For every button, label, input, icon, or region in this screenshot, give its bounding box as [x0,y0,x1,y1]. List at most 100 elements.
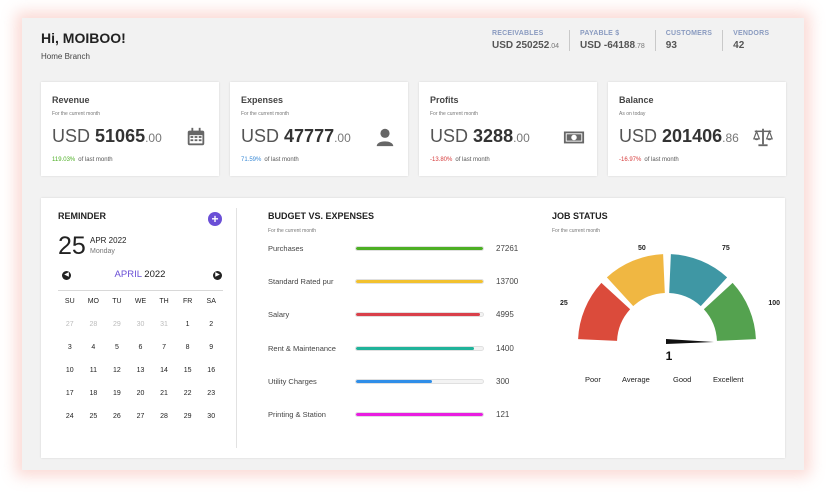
next-month-button[interactable]: ▶ [213,271,222,280]
calendar-day[interactable]: 7 [152,342,176,354]
calendar-day[interactable]: 13 [129,365,153,377]
budget-row: Purchases 27261 [268,242,538,256]
job-status-title: JOB STATUS [552,211,608,221]
budget-row-value: 1400 [496,343,514,353]
card-title: Profits [430,95,459,105]
budget-row-name: Salary [268,310,290,320]
calendar-day[interactable]: 21 [152,388,176,400]
calendar-day[interactable]: 25 [82,411,106,423]
budget-bar-track [355,312,484,318]
calendar-day[interactable]: 29 [105,319,129,331]
card-change: 119.03% of last month [52,157,116,163]
currency: USD [430,126,469,146]
add-reminder-button[interactable]: + [208,212,222,226]
gauge-tick-label: 100 [768,300,780,307]
calendar-day[interactable]: 9 [199,342,223,354]
calendar-day[interactable]: 23 [199,388,223,400]
change-suffix: of last month [264,157,299,163]
calendar-day[interactable]: 28 [82,319,106,331]
calendar-day[interactable]: 10 [58,365,82,377]
budget-row-value: 300 [496,376,510,386]
stat-decimals: .04 [549,43,559,50]
calendar-day[interactable]: 30 [199,411,223,423]
calendar-day[interactable]: 31 [152,319,176,331]
change-suffix: of last month [78,157,113,163]
stat-customers[interactable]: CUSTOMERS 93 [654,30,722,51]
gauge-legend-item: Excellent [713,375,744,384]
stat-value: 42 [733,40,745,51]
calendar-day[interactable]: 30 [129,319,153,331]
budget-row-name: Standard Rated pur [268,277,334,287]
calendar-day[interactable]: 15 [176,365,200,377]
card-title: Revenue [52,95,90,105]
stat-payable[interactable]: PAYABLE $ USD -64188.78 [569,30,655,51]
job-status-gauge: 25 50 75 100 1 [560,245,780,363]
calendar-day[interactable]: 17 [58,388,82,400]
budget-bar-fill [356,280,483,284]
calendar-day[interactable]: 20 [129,388,153,400]
gauge-legend-item: Poor [585,375,601,384]
currency: USD [52,126,91,146]
money-bill-icon [563,131,585,144]
card-amount: USD 51065.00 [52,126,162,147]
bottom-panel: REMINDER + 25 APR 2022 Monday ◀ APRIL 20… [41,198,785,458]
calendar-day[interactable]: 26 [105,411,129,423]
calendar-day[interactable]: 27 [129,411,153,423]
card-title: Balance [619,95,654,105]
calendar-day[interactable]: 6 [129,342,153,354]
calendar-day[interactable]: 19 [105,388,129,400]
budget-bar-track [355,378,484,384]
budget-row-value: 121 [496,410,510,419]
budget-row-value: 13700 [496,277,519,287]
weekday-header: FR [182,298,193,305]
calendar-day[interactable]: 2 [199,319,223,331]
weekday-header: MO [87,298,99,305]
calendar-year: 2022 [144,269,166,280]
card-title: Expenses [241,95,284,105]
budget-row: Rent & Maintenance 1400 [268,342,538,356]
stat-receivables[interactable]: RECEIVABLES USD 250252.04 [482,30,569,51]
budget-row-name: Rent & Maintenance [268,343,336,353]
calendar-day[interactable]: 28 [152,411,176,423]
calendar-day[interactable]: 8 [176,342,200,354]
card-amount: USD 201406.86 [619,126,739,147]
header-stats: RECEIVABLES USD 250252.04 PAYABLE $ USD … [482,30,779,51]
amount-decimals: .00 [145,131,162,145]
budget-bar-track [355,412,484,417]
gauge-tick-label: 50 [638,245,646,252]
amount-decimals: .00 [513,131,530,145]
calendar-day[interactable]: 24 [58,411,82,423]
budget-bar-track [355,246,484,251]
calendar-day[interactable]: 16 [199,365,223,377]
gauge-tick-label: 75 [722,245,730,252]
budget-row-name: Printing & Station [268,410,326,419]
gauge-tick-label: 25 [560,300,568,307]
card-subtitle: For the current month [430,111,479,117]
calendar-day[interactable]: 1 [176,319,200,331]
calendar-day[interactable]: 22 [176,388,200,400]
stat-decimals: .78 [635,43,645,50]
calendar-day[interactable]: 3 [58,342,82,354]
calendar-day[interactable]: 14 [152,365,176,377]
budget-row-name: Purchases [268,244,304,253]
calendar-day[interactable]: 18 [82,388,106,400]
stat-vendors[interactable]: VENDORS 42 [722,30,779,51]
expenses-card[interactable]: Expenses For the current month USD 47777… [230,82,408,176]
calendar-day[interactable]: 5 [105,342,129,354]
card-subtitle: For the current month [241,111,290,117]
amount-value: 3288 [473,126,514,146]
calendar-month-label: APRIL 2022 [58,269,222,280]
amount-value: 51065 [95,126,146,146]
calendar-day[interactable]: 27 [58,319,82,331]
balance-card[interactable]: Balance As on today USD 201406.86 -16.97… [608,82,786,176]
weekday-header: SA [206,298,216,305]
calendar-day[interactable]: 29 [176,411,200,423]
revenue-card[interactable]: Revenue For the current month USD 51065.… [41,82,219,176]
change-suffix: of last month [455,157,490,163]
calendar-day[interactable]: 4 [82,342,106,354]
profits-card[interactable]: Profits For the current month USD 3288.0… [419,82,597,176]
calendar-day[interactable]: 11 [82,365,106,377]
calendar-day[interactable]: 12 [105,365,129,377]
calendar-grid: SU MO TU WE TH FR SA 27 28 29 30 31 1 2 3 4 5 6 7 8 9 10 11 12 1… [58,296,223,423]
selected-day: 25 [58,232,86,260]
